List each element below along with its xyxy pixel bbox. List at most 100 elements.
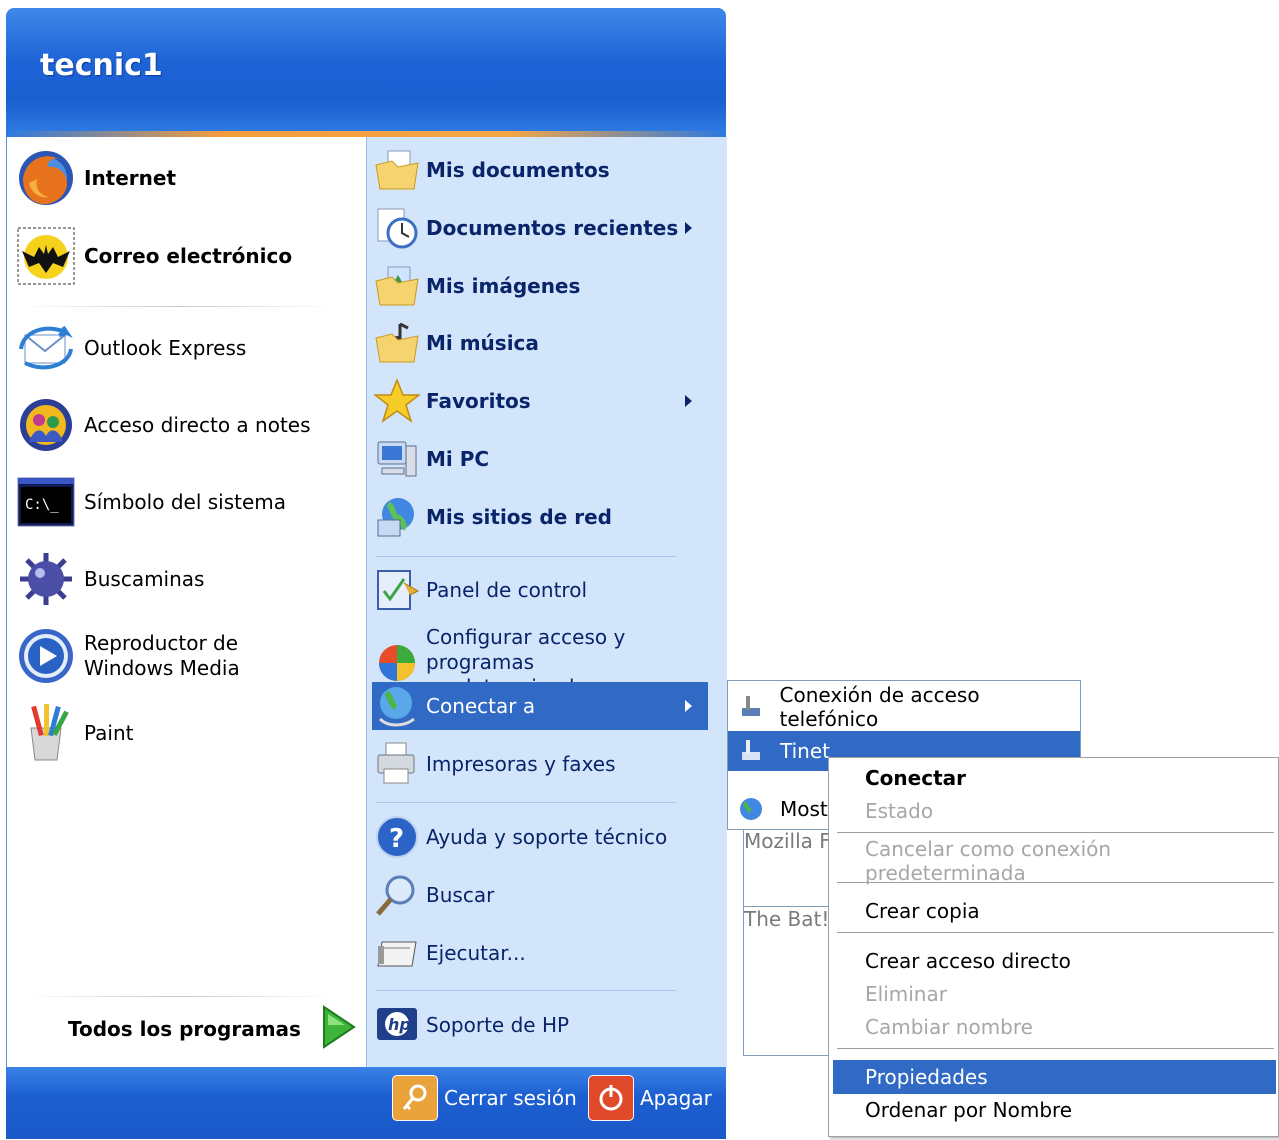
connect-to[interactable]: Conectar a [372,682,708,730]
recent-outlook-express-label: Outlook Express [84,335,247,360]
ctx-separator [837,832,1274,836]
help-icon: ? [372,812,422,862]
recent-windows-media-player-label: Reproductor de Windows Media [84,631,240,680]
my-pictures[interactable]: Mis imágenes [372,261,708,311]
right-separator-1 [376,556,676,557]
search[interactable]: Buscar [372,870,708,920]
recent-outlook-express[interactable]: Outlook Express [16,318,346,378]
svg-text:?: ? [389,824,404,854]
the-bat-icon [16,226,76,286]
recent-command-prompt[interactable]: C:\_ Símbolo del sistema [16,472,346,532]
power-icon [588,1075,634,1121]
pinned-internet[interactable]: Internet Mozilla Firefox [16,148,1097,978]
control-panel[interactable]: Panel de control [372,565,708,615]
help-support[interactable]: ? Ayuda y soporte técnico [372,812,708,862]
submenu-dialup[interactable]: Conexión de acceso telefónico [728,683,1080,731]
run-label: Ejecutar... [426,940,526,965]
control-panel-icon [372,565,422,615]
start-menu-header: tecnic1 [6,8,726,137]
ctx-connect[interactable]: Conectar [833,762,1276,794]
my-pictures-icon [372,261,422,311]
ctx-separator [837,1048,1274,1052]
left-bottom-separator [22,996,334,997]
recent-command-prompt-label: Símbolo del sistema [84,489,287,514]
ctx-rename-label: Cambiar nombre [865,1015,1033,1039]
favorites-arrow-icon [685,395,692,407]
printers-faxes-label: Impresoras y faxes [426,751,616,776]
ctx-create-copy[interactable]: Crear copia [833,895,1276,927]
control-panel-label: Panel de control [426,577,587,602]
my-documents-label: Mis documentos [426,157,610,182]
submenu-tinet-label: Tinet [780,739,830,763]
favorites-star-icon [372,376,422,426]
lotus-notes-icon [16,395,76,455]
submenu-dialup-label: Conexión de acceso telefónico [779,683,980,731]
recent-windows-media-player[interactable]: Reproductor de Windows Media [16,626,346,686]
recent-paint[interactable]: Paint [16,703,346,763]
my-computer[interactable]: Mi PC [372,434,708,484]
shutdown-button[interactable]: Apagar [588,1075,712,1121]
right-separator-3 [376,990,676,991]
connect-to-icon [372,681,422,731]
hp-icon: hp [372,1000,422,1050]
logoff-button[interactable]: Cerrar sesión [392,1075,577,1121]
ctx-properties-label: Propiedades [865,1065,988,1089]
ctx-separator [837,932,1274,936]
my-computer-icon [372,434,422,484]
svg-text:hp: hp [388,1015,411,1034]
all-programs-label: Todos los programas [68,1017,301,1041]
printers-faxes[interactable]: Impresoras y faxes [372,739,708,789]
ctx-connect-label: Conectar [865,766,966,790]
ctx-create-copy-label: Crear copia [865,899,980,923]
recent-minesweeper[interactable]: Buscaminas [16,549,346,609]
network-places-label: Mis sitios de red [426,504,612,529]
pinned-email[interactable]: Correo electrónico The Bat! [16,226,1097,1056]
user-name: tecnic1 [40,48,163,83]
run[interactable]: Ejecutar... [372,928,708,978]
hp-support-label: Soporte de HP [426,1012,570,1037]
my-pictures-label: Mis imágenes [426,273,581,298]
ctx-separator [837,882,1274,886]
outlook-express-icon [16,318,76,378]
ctx-sort-by-name-label: Ordenar por Nombre [865,1098,1073,1122]
my-music[interactable]: Mi música [372,318,708,368]
network-places-icon [372,492,422,542]
pinned-internet-title: Internet [84,165,177,190]
ctx-cancel-default-label: Cancelar como conexión predeterminada [865,837,1112,885]
shutdown-label: Apagar [640,1086,712,1110]
ctx-status: Estado [833,795,1276,827]
search-label: Buscar [426,882,495,907]
ctx-delete: Eliminar [833,978,1276,1010]
recent-lotus-notes-label: Acceso directo a notes [84,412,311,437]
ctx-properties[interactable]: Propiedades [833,1060,1276,1094]
green-arrow-icon [321,1005,357,1053]
my-documents[interactable]: Mis documentos [372,145,708,195]
recent-paint-label: Paint [84,720,134,745]
favorites[interactable]: Favoritos [372,376,708,426]
command-prompt-icon: C:\_ [16,472,76,532]
recent-documents[interactable]: Documentos recientes [372,203,708,253]
pinned-email-title: Correo electrónico [84,243,293,268]
dialup-icon [736,736,766,766]
recent-lotus-notes[interactable]: Acceso directo a notes [16,395,346,455]
hp-support[interactable]: hp Soporte de HP [372,1000,708,1050]
network-places[interactable]: Mis sitios de red [372,492,708,542]
default-programs-icon [372,638,422,688]
recent-documents-label: Documentos recientes [426,215,679,240]
all-programs-button[interactable]: Todos los programas [68,1005,357,1053]
my-computer-label: Mi PC [426,446,490,471]
paint-icon [16,703,76,763]
firefox-icon [16,148,76,208]
dialup-icon [736,692,766,722]
favorites-label: Favoritos [426,388,531,413]
recent-documents-arrow-icon [685,222,692,234]
ctx-rename: Cambiar nombre [833,1011,1276,1043]
ctx-create-shortcut[interactable]: Crear acceso directo [833,945,1276,977]
search-icon [372,870,422,920]
network-globe-icon [736,794,766,824]
recent-documents-icon [372,203,422,253]
ctx-cancel-default: Cancelar como conexión predeterminada [833,837,1276,885]
ctx-sort-by-name[interactable]: Ordenar por Nombre [833,1094,1276,1126]
my-documents-icon [372,145,422,195]
windows-media-player-icon [16,626,76,686]
